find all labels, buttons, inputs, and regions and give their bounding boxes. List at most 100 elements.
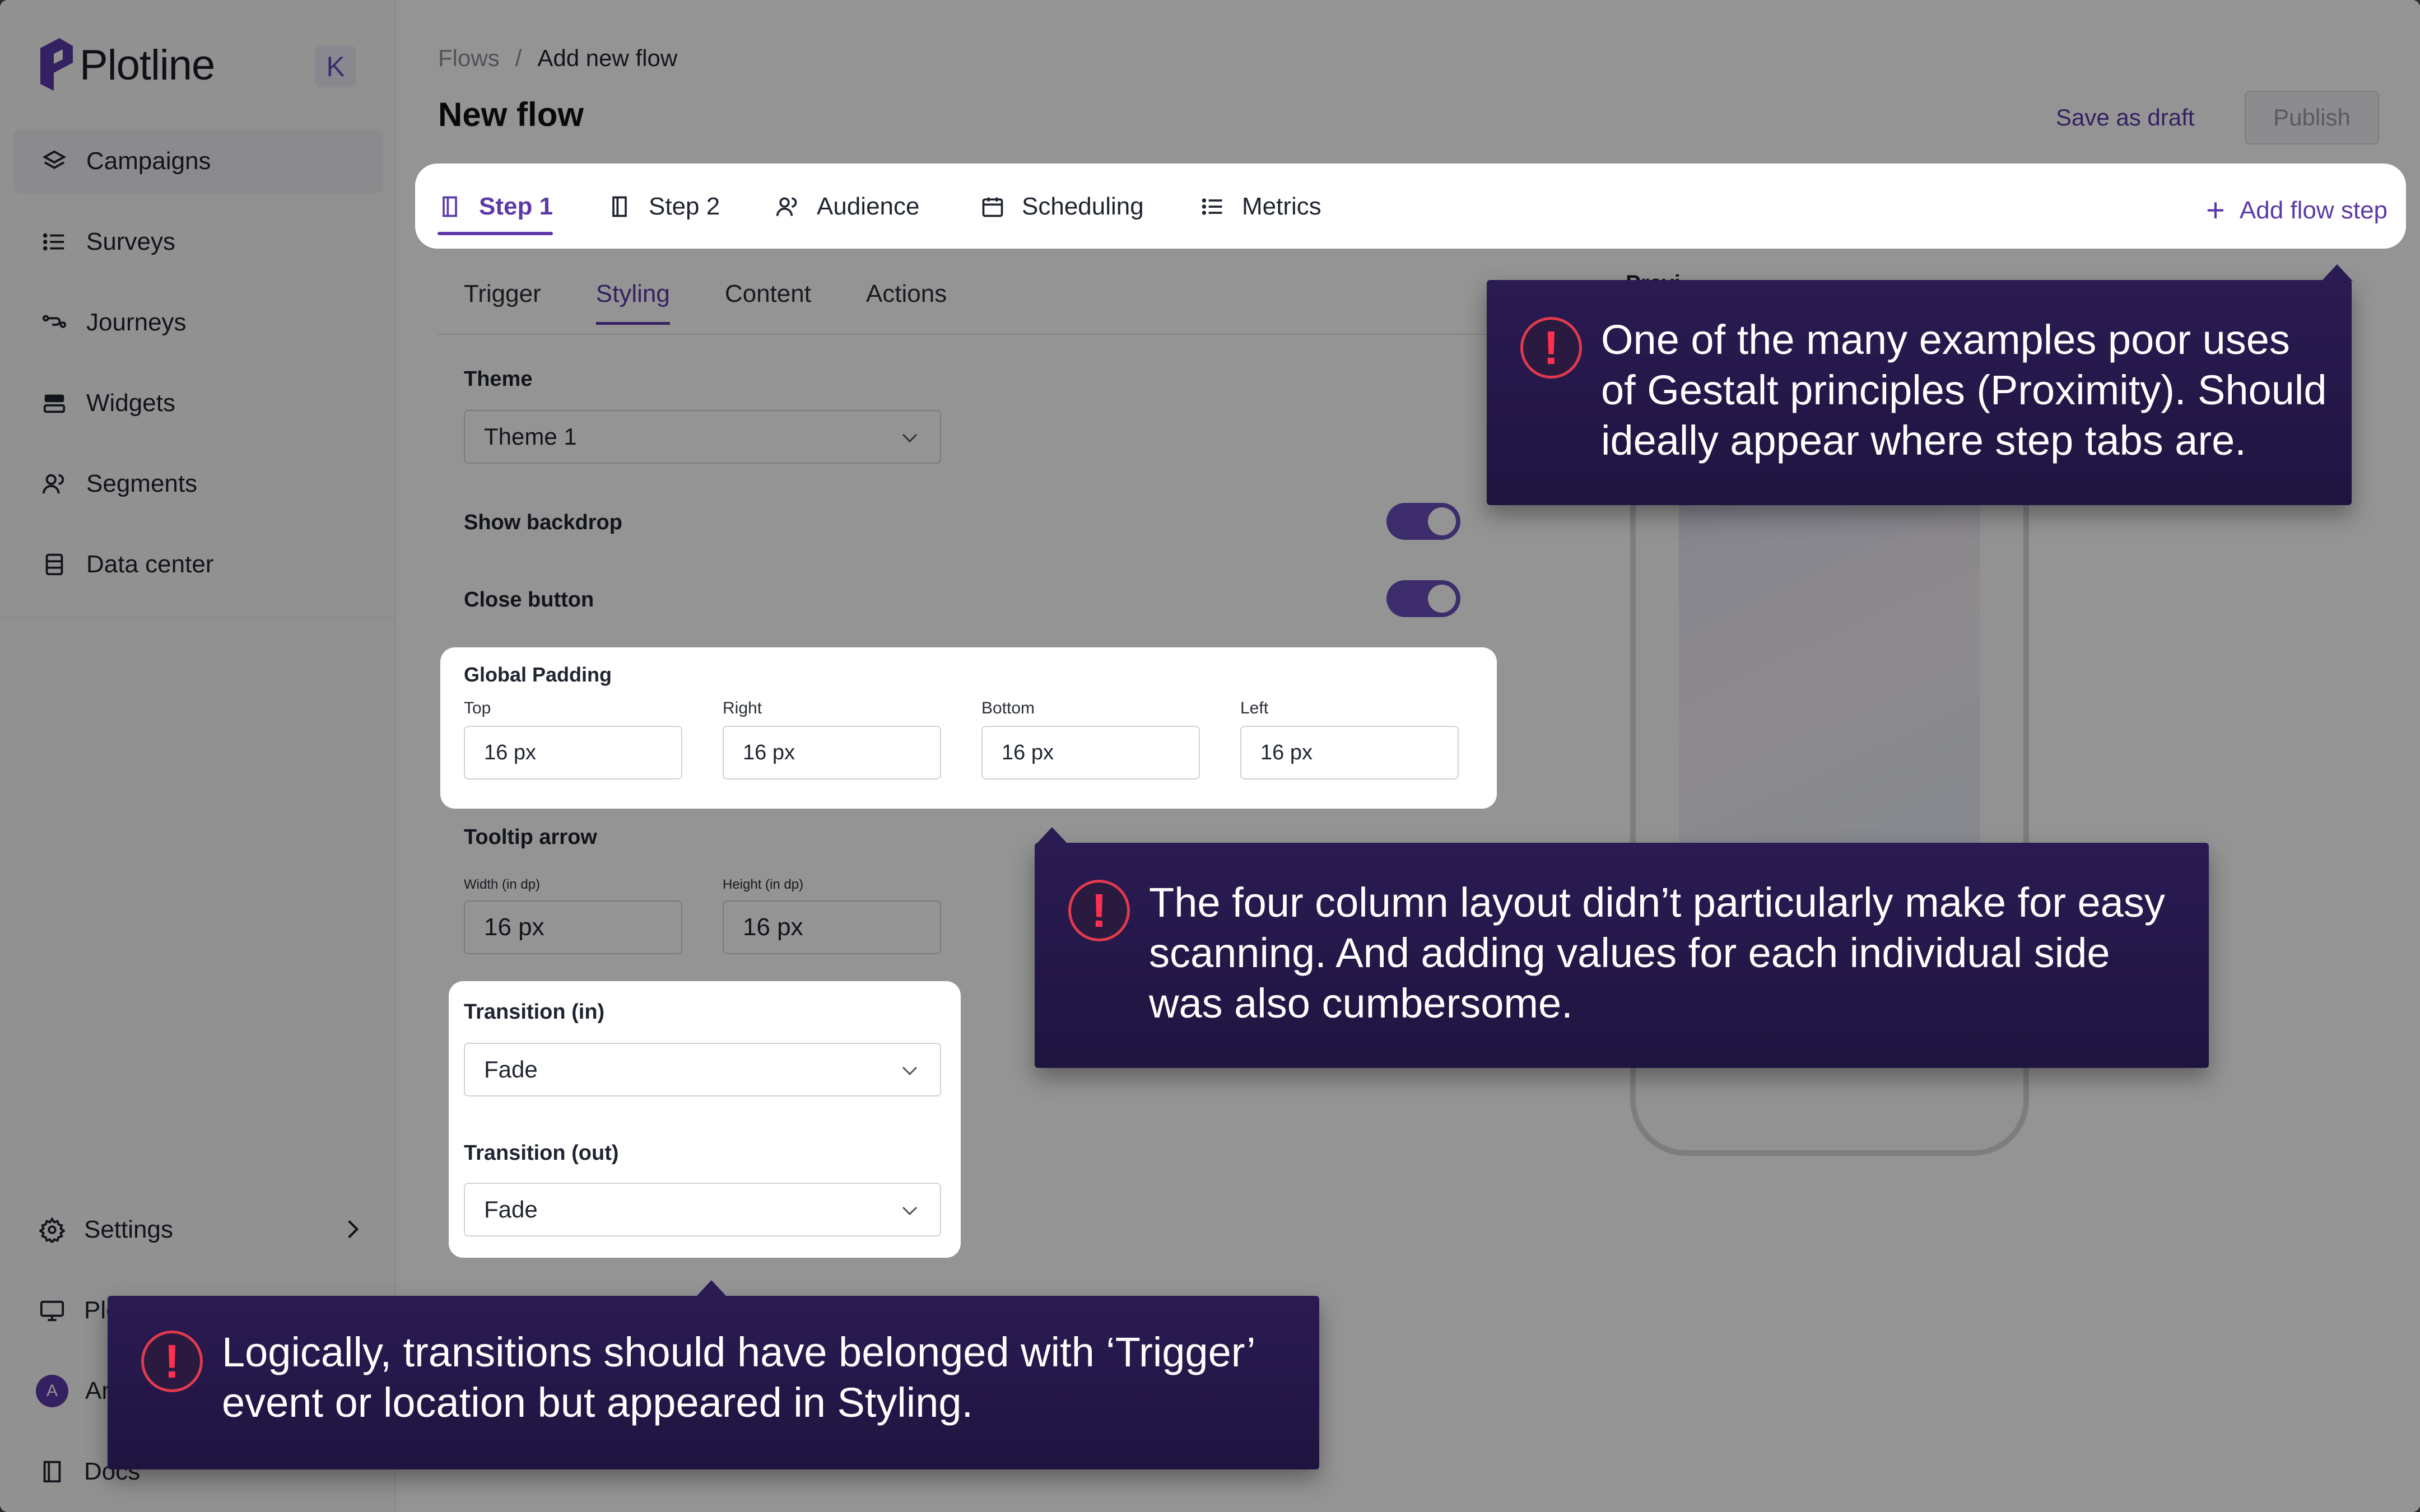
tab-step-1[interactable]: Step 1 [438,181,553,235]
sidebar-item-journeys[interactable]: Journeys [13,290,383,355]
avatar: A [36,1375,68,1407]
tab-step-2[interactable]: Step 2 [607,181,720,232]
users-icon [776,197,797,216]
sidebar-item-data-center[interactable]: Data center [13,532,383,597]
padding-bottom-input[interactable]: 16 px [981,726,1200,780]
tab-trigger[interactable]: Trigger [464,280,541,325]
chevron-down-icon [902,433,918,443]
transition-in-select[interactable]: Fade [464,1043,941,1096]
global-padding-card: Global Padding Top 16 px Right 16 px Bot… [440,647,1497,809]
tab-actions[interactable]: Actions [866,280,947,325]
transition-in-value: Fade [484,1056,538,1082]
callout-text: One of the many examples poor uses of Ge… [1601,316,2327,464]
padding-top-label: Top [464,699,491,717]
collapse-sidebar-button[interactable]: K [315,46,356,87]
chevron-down-icon [902,1206,918,1216]
sidebar-item-label: Surveys [86,228,175,255]
padding-top-input[interactable]: 16 px [464,726,682,780]
arrow-width-label: Width (in dp) [464,877,541,892]
callout-text: The four column layout didn’t particular… [1149,879,2165,1026]
logo[interactable]: Plotline [37,37,215,93]
step-tabs-bar: Step 1 Step 2 Audience Scheduling Metric… [415,164,2406,249]
list-icon [41,229,67,255]
plus-icon: + [2206,192,2225,228]
tooltip-arrow-label: Tooltip arrow [464,825,597,849]
chevron-right-icon [348,1220,359,1239]
show-backdrop-toggle[interactable] [1386,503,1460,540]
sidebar-item-label: Journeys [86,309,187,336]
sidebar: Plotline K Campaigns Surveys Journeys Wi… [0,0,396,1512]
sidebar-item-label: Widgets [86,389,175,417]
tab-label: Scheduling [1022,193,1144,220]
transition-out-select[interactable]: Fade [464,1183,941,1236]
transition-out-value: Fade [484,1196,538,1222]
users-icon [41,471,67,497]
tab-audience[interactable]: Audience [775,181,919,232]
theme-select[interactable]: Theme 1 [464,410,941,464]
close-button-toggle[interactable] [1386,580,1460,617]
list-icon [1202,198,1222,215]
warning-icon: ! [1068,880,1130,941]
padding-right-input[interactable]: 16 px [723,726,941,780]
monitor-icon [39,1298,65,1323]
tab-label: Audience [817,193,920,220]
tab-label: Step 2 [649,193,720,220]
warning-icon: ! [141,1331,203,1392]
sidebar-item-segments[interactable]: Segments [13,451,383,516]
sidebar-item-settings[interactable]: Settings [13,1197,383,1262]
sidebar-item-surveys[interactable]: Surveys [13,209,383,274]
brand-name: Plotline [80,41,215,89]
tab-scheduling[interactable]: Scheduling [980,181,1144,232]
breadcrumb-parent[interactable]: Flows [438,45,500,72]
publish-button[interactable]: Publish [2245,91,2379,144]
sidebar-item-campaigns[interactable]: Campaigns [13,129,383,194]
global-padding-label: Global Padding [464,663,612,686]
callout-pointer [696,1280,727,1297]
tab-content[interactable]: Content [725,280,811,325]
chevron-down-icon [902,1066,918,1076]
add-flow-step-label: Add flow step [2239,196,2388,224]
tab-metrics[interactable]: Metrics [1200,181,1321,232]
padding-left-label: Left [1240,699,1269,717]
arrow-width-input[interactable]: 16 px [464,900,682,954]
callout-proximity: ! One of the many examples poor uses of … [1487,264,2353,505]
sidebar-item-label: Campaigns [86,147,211,175]
plotline-logo-icon [40,38,73,91]
theme-label: Theme [464,367,533,391]
sub-tabs: Trigger Styling Content Actions [464,280,1002,325]
calendar-icon [982,197,1003,217]
gear-icon [39,1217,65,1243]
sidebar-item-widgets[interactable]: Widgets [13,371,383,436]
app-window: Plotline K Campaigns Surveys Journeys Wi… [0,0,2420,1512]
callout-transitions: ! Logically, transitions should have bel… [108,1280,1319,1469]
book-icon [39,1459,65,1485]
arrow-height-input[interactable]: 16 px [723,900,941,954]
callout-four-column: ! The four column layout didn’t particul… [1035,827,2209,1068]
sidebar-divider [0,617,396,618]
theme-select-value: Theme 1 [484,423,577,450]
transition-out-label: Transition (out) [464,1141,619,1165]
phone-screen [1679,493,1980,874]
database-icon [41,552,67,577]
save-draft-button[interactable]: Save as draft [2056,104,2194,131]
add-flow-step-button[interactable]: + Add flow step [2206,192,2388,229]
tabs-divider [438,334,1558,335]
tab-label: Metrics [1242,193,1321,220]
tab-label: Step 1 [479,193,553,220]
arrow-height-label: Height (in dp) [723,877,804,892]
padding-right-label: Right [723,699,762,717]
widget-icon [41,390,67,416]
callout-pointer [1036,827,1068,844]
page-title: New flow [438,96,584,133]
sidebar-item-label: Data center [86,550,214,578]
transitions-card: Transition (in) Fade Transition (out) Fa… [449,981,961,1258]
callout-pointer [2321,264,2353,281]
route-icon [41,310,67,335]
sidebar-item-label: Ar [85,1377,110,1404]
close-button-label: Close button [464,588,594,612]
breadcrumb-separator: / [515,45,522,71]
callout-text: Logically, transitions should have belon… [222,1329,1254,1426]
tab-styling[interactable]: Styling [595,280,670,325]
page-icon [612,196,627,217]
padding-left-input[interactable]: 16 px [1240,726,1459,780]
